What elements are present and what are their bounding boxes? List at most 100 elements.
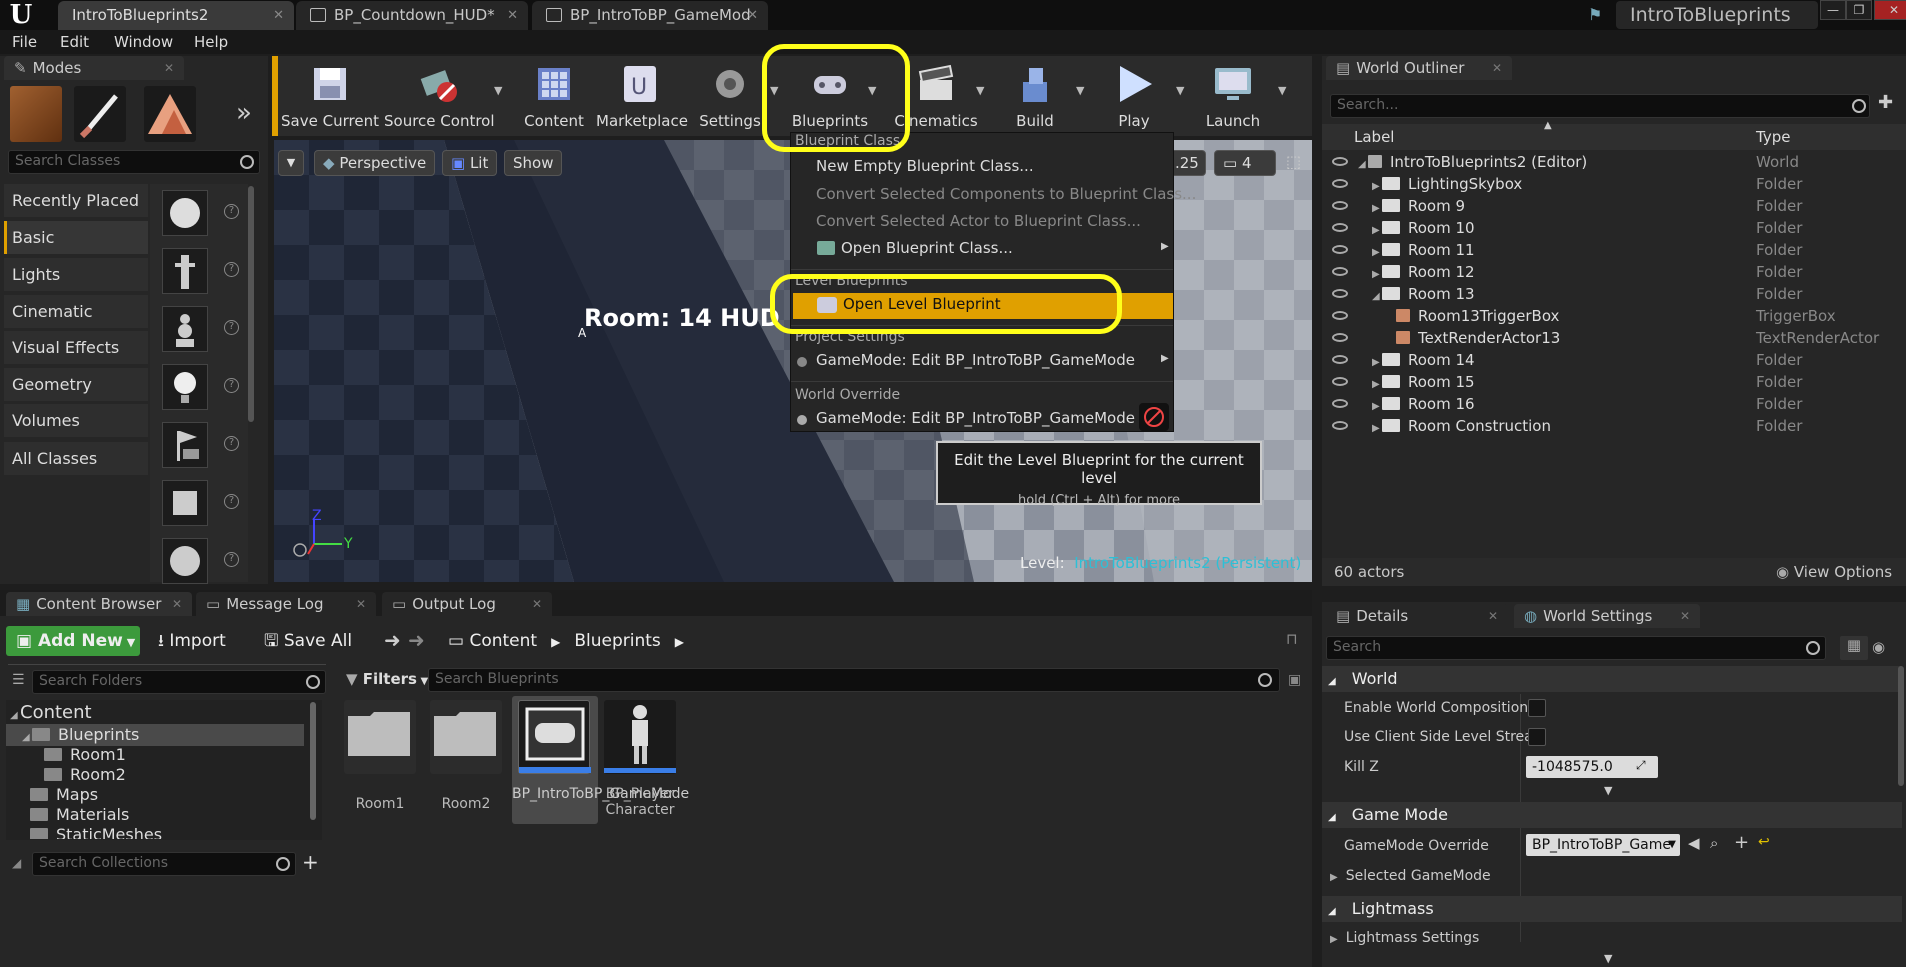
paint-mode-icon[interactable] (74, 86, 126, 142)
add-plus-icon[interactable]: + (1734, 832, 1749, 853)
outliner-row[interactable]: ▶ Room 10 Folder (1322, 217, 1906, 239)
close-icon[interactable]: ✕ (172, 592, 182, 616)
section-lightmass[interactable]: ◢ Lightmass (1322, 896, 1902, 922)
selected-gamemode-row[interactable]: ▶ Selected GameMode (1326, 862, 1491, 890)
perspective-button[interactable]: ◆ Perspective (314, 150, 436, 176)
property-matrix-icon[interactable]: ▦ (1840, 636, 1868, 660)
marketplace-button[interactable]: U Marketplace (596, 62, 688, 130)
point-light-thumb-icon[interactable] (162, 364, 208, 410)
outliner-row[interactable]: ◢ Room 13 Folder (1322, 283, 1906, 305)
project-gamemode-item[interactable]: GameMode: Edit BP_IntroToBP_GameMode (816, 351, 1135, 369)
convert-components-item[interactable]: Convert Selected Components to Blueprint… (816, 185, 1196, 203)
visibility-eye-icon[interactable] (1332, 267, 1348, 276)
add-collection-icon[interactable]: + (302, 850, 319, 874)
use-client-side-checkbox[interactable] (1528, 728, 1546, 746)
menu-file[interactable]: File (12, 30, 37, 54)
search-collections-input[interactable]: Search Collections (32, 852, 296, 876)
minimize-button[interactable]: — (1820, 0, 1846, 20)
tab-countdown-hud[interactable]: BP_Countdown_HUD* ✕ (296, 1, 528, 30)
tab-level[interactable]: IntroToBlueprints2 ✕ (58, 1, 294, 30)
help-icon[interactable]: ? (224, 204, 239, 219)
eye-icon[interactable]: ◉ (1872, 638, 1885, 656)
visibility-eye-icon[interactable] (1332, 201, 1348, 210)
view-options-button[interactable]: ◉ View Options (1776, 563, 1892, 581)
use-selected-arrow-icon[interactable]: ◀ (1688, 834, 1700, 852)
help-icon[interactable]: ? (224, 436, 239, 451)
build-button[interactable]: Build (1000, 62, 1070, 130)
pawn-thumb-icon[interactable] (162, 306, 208, 352)
tab-details[interactable]: ▤ Details ✕ (1326, 604, 1508, 628)
launch-button[interactable]: Launch (1196, 62, 1270, 130)
category-basic[interactable]: Basic (4, 221, 148, 254)
asset-player-character[interactable] (604, 700, 676, 774)
close-window-button[interactable]: ✕ (1874, 0, 1906, 20)
tree-room1[interactable]: Room1 (44, 745, 126, 764)
camera-speed-value[interactable]: .25 (1170, 150, 1206, 176)
import-button[interactable]: ⭳ Import (158, 626, 226, 656)
reset-to-default-icon[interactable]: ↩ (1758, 834, 1770, 850)
source-control-button[interactable]: Source Control (384, 62, 495, 130)
help-icon[interactable]: ? (224, 262, 239, 277)
tab-world-outliner[interactable]: ▤ World Outliner ✕ (1326, 56, 1512, 80)
close-icon[interactable]: ✕ (747, 1, 758, 30)
close-icon[interactable]: ✕ (532, 592, 542, 616)
close-icon[interactable]: ✕ (356, 592, 366, 616)
tab-message-log[interactable]: ▭ Message Log ✕ (196, 592, 376, 616)
lightmass-settings-row[interactable]: ▶ Lightmass Settings (1326, 924, 1479, 952)
menu-help[interactable]: Help (194, 30, 228, 54)
new-empty-blueprint-item[interactable]: New Empty Blueprint Class... (816, 157, 1034, 175)
place-mode-icon[interactable] (10, 86, 62, 142)
col-label[interactable]: Label (1354, 128, 1394, 146)
resize-handle-icon[interactable]: ⤢ (1636, 758, 1646, 773)
content-button[interactable]: Content (514, 62, 594, 130)
expand-arrow-icon[interactable]: ▶ (1372, 418, 1382, 440)
section-game-mode[interactable]: ◢ Game Mode (1322, 802, 1902, 828)
visibility-eye-icon[interactable] (1332, 179, 1348, 188)
breadcrumb-blueprints[interactable]: Blueprints (574, 631, 660, 651)
outliner-row[interactable]: Room13TriggerBox TriggerBox (1322, 305, 1906, 327)
source-control-dropdown-icon[interactable]: ▼ (494, 84, 502, 97)
category-lights[interactable]: Lights (4, 258, 148, 291)
category-all-classes[interactable]: All Classes (4, 442, 148, 475)
actor-filter-icon[interactable]: ✚ (1878, 92, 1893, 113)
visibility-eye-icon[interactable] (1332, 245, 1348, 254)
visibility-eye-icon[interactable] (1332, 421, 1348, 430)
more-modes-icon[interactable]: » (236, 98, 252, 128)
asset-room2[interactable] (430, 700, 502, 774)
visibility-eye-icon[interactable] (1332, 289, 1348, 298)
unreal-logo-icon[interactable]: U (4, 1, 38, 29)
launch-dropdown-icon[interactable]: ▼ (1278, 84, 1286, 97)
asset-gamemode[interactable] (518, 700, 591, 774)
outliner-row[interactable]: ▶ Room Construction Folder (1322, 415, 1906, 437)
outliner-row[interactable]: ◢ IntroToBlueprints2 (Editor) World (1322, 151, 1906, 173)
clear-override-button[interactable] (1139, 403, 1169, 431)
category-visual-effects[interactable]: Visual Effects (4, 331, 148, 364)
menu-edit[interactable]: Edit (60, 30, 89, 54)
outliner-row[interactable]: ▶ Room 11 Folder (1322, 239, 1906, 261)
close-icon[interactable]: ✕ (1492, 56, 1502, 80)
visibility-eye-icon[interactable] (1332, 333, 1348, 342)
add-new-button[interactable]: ▣ Add New ▼ (6, 626, 140, 656)
category-volumes[interactable]: Volumes (4, 404, 148, 437)
tree-room2[interactable]: Room2 (44, 765, 126, 784)
open-blueprint-class-item[interactable]: Open Blueprint Class... (841, 239, 1013, 257)
forward-arrow-icon[interactable]: ➜ (408, 628, 425, 652)
tab-content-browser[interactable]: ▦ Content Browser ✕ (6, 592, 192, 616)
close-icon[interactable]: ✕ (273, 1, 284, 30)
cinematics-dropdown-icon[interactable]: ▼ (976, 84, 984, 97)
outliner-search-input[interactable]: Search... (1330, 94, 1870, 118)
search-folders-input[interactable]: Search Folders (32, 670, 326, 694)
category-cinematic[interactable]: Cinematic (4, 295, 148, 328)
player-start-thumb-icon[interactable] (162, 422, 208, 468)
build-dropdown-icon[interactable]: ▼ (1076, 84, 1084, 97)
cube-thumb-icon[interactable] (162, 480, 208, 526)
modes-scrollbar[interactable] (248, 186, 254, 422)
close-icon[interactable]: ✕ (164, 56, 174, 80)
menu-window[interactable]: Window (114, 30, 173, 54)
tree-materials[interactable]: Materials (30, 805, 129, 824)
help-icon[interactable]: ? (224, 552, 239, 567)
back-arrow-icon[interactable]: ➜ (384, 628, 401, 652)
tab-modes[interactable]: ✎ Modes ✕ (4, 56, 184, 80)
help-icon[interactable]: ? (224, 494, 239, 509)
sphere2-thumb-icon[interactable] (162, 538, 208, 584)
